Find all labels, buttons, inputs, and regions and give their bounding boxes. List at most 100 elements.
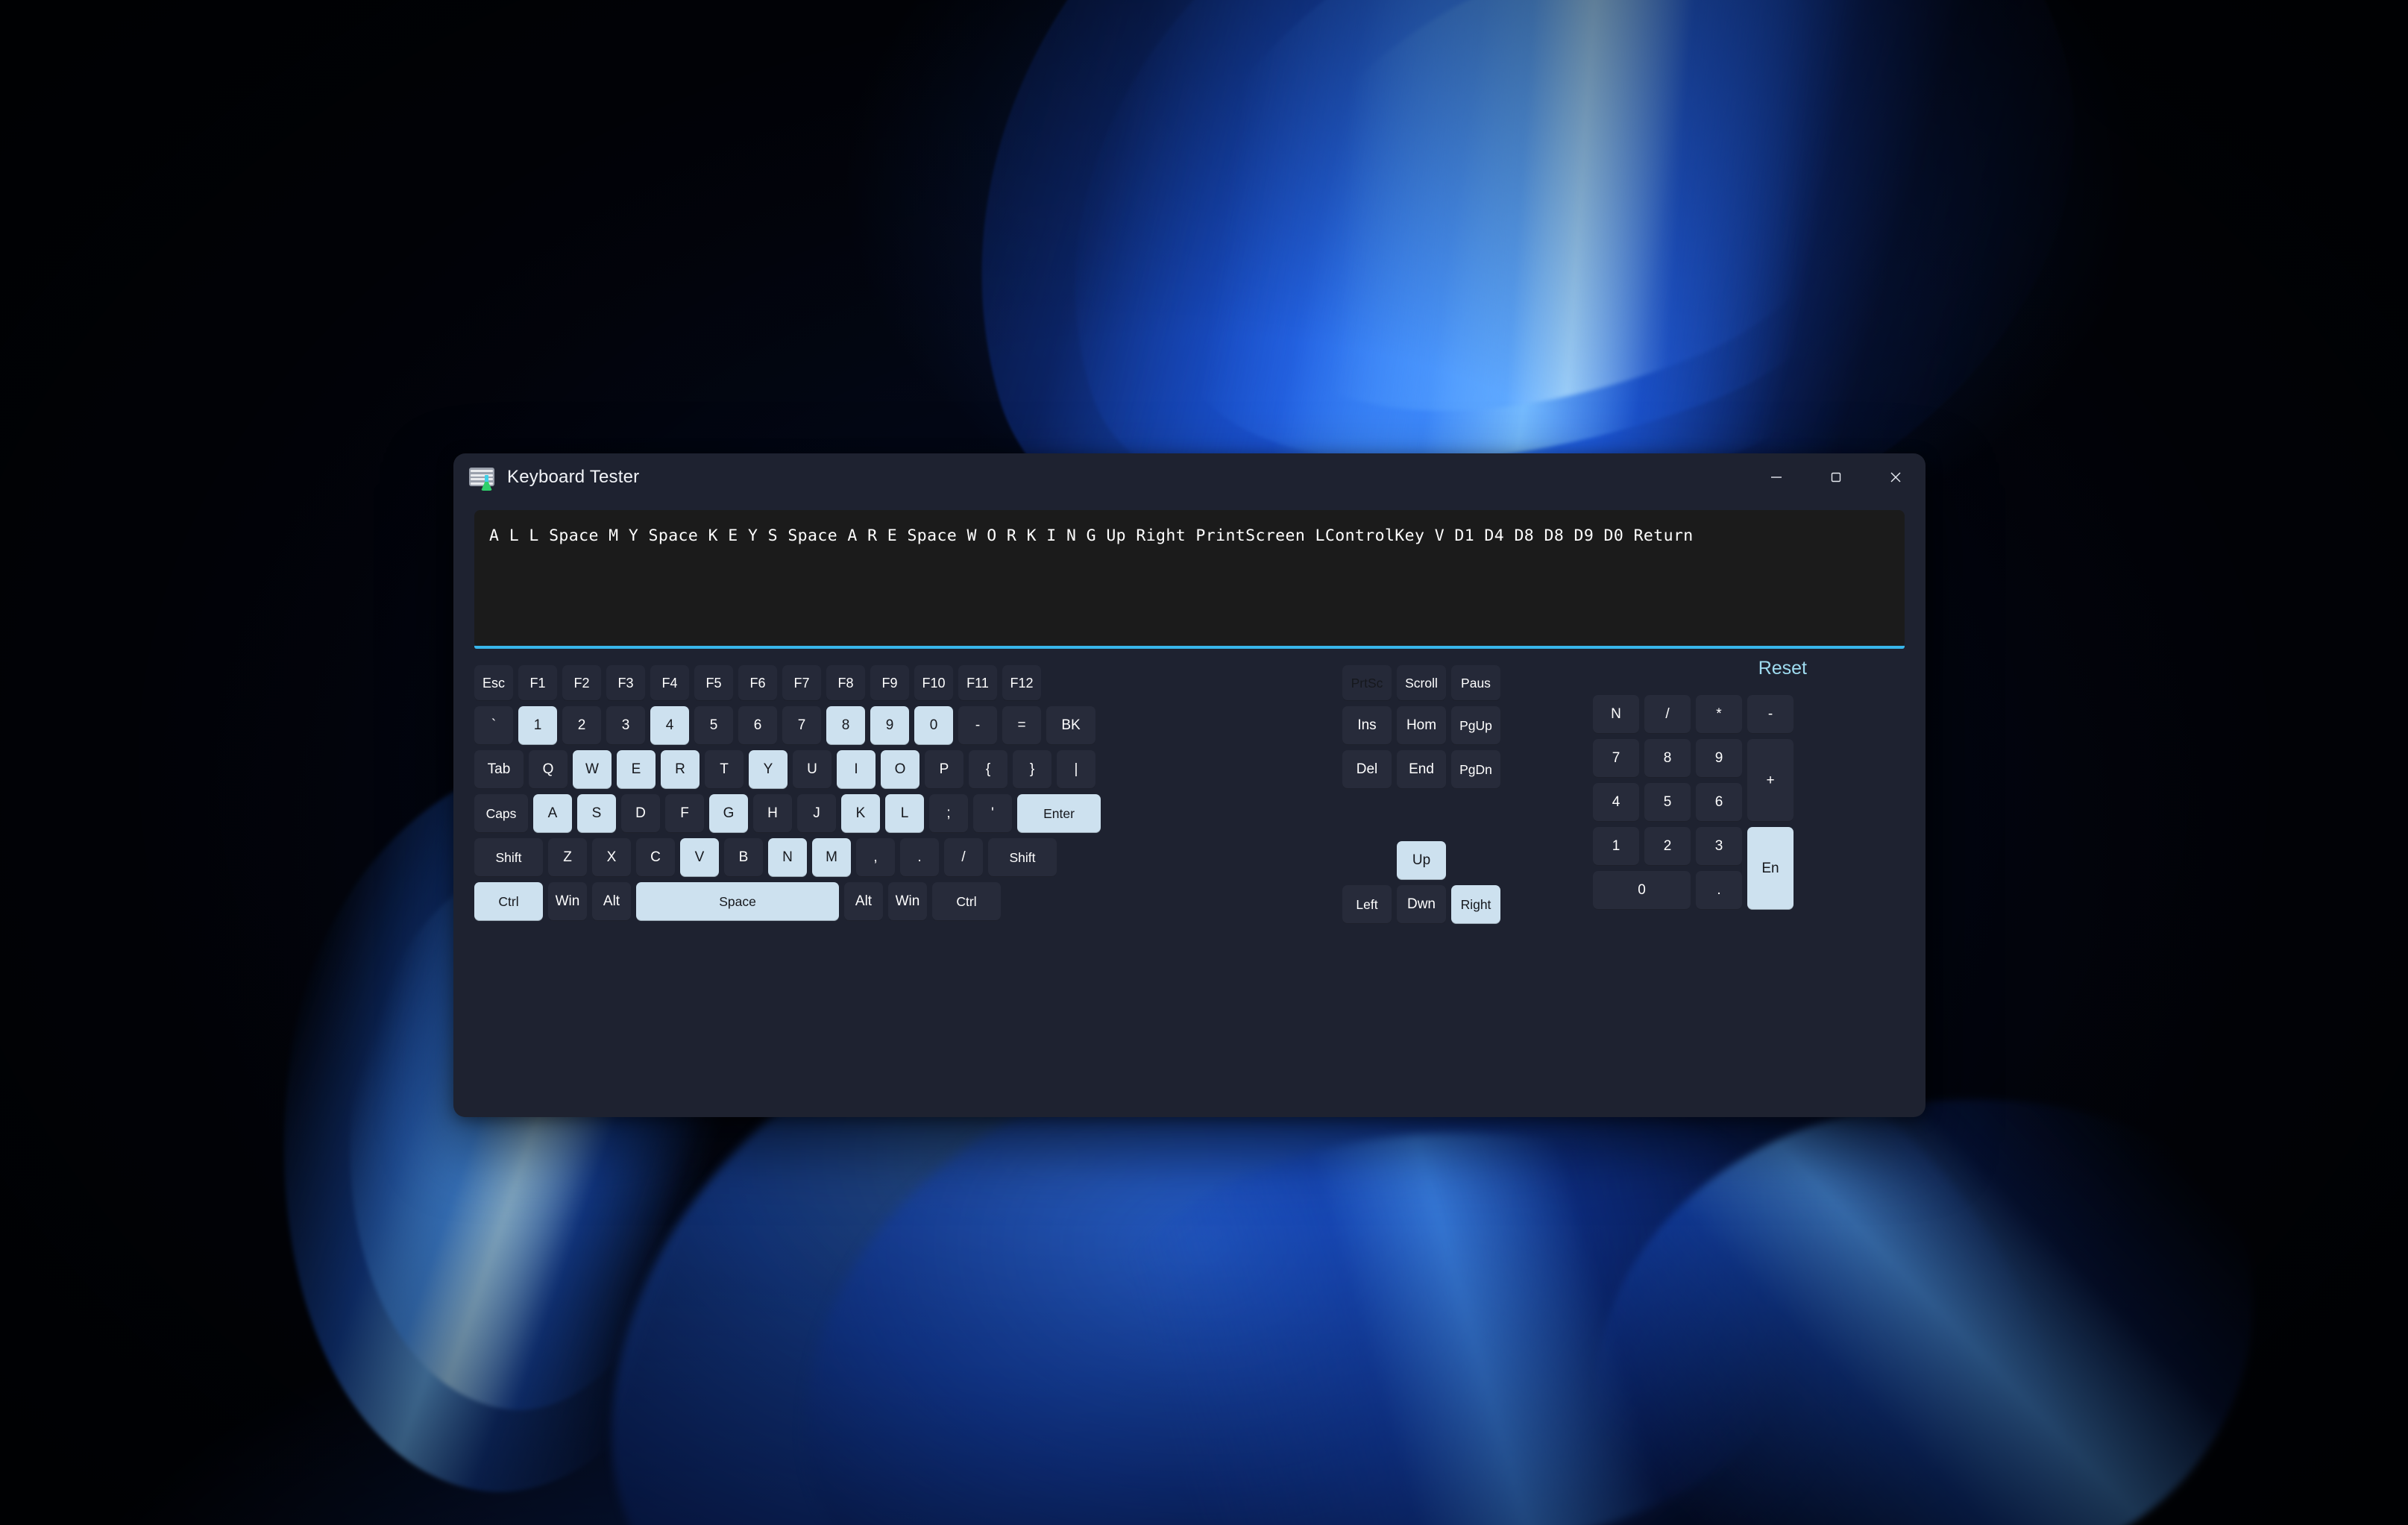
key-w[interactable]: W [573, 750, 612, 789]
key-alt[interactable]: Alt [844, 882, 883, 921]
key-end[interactable]: End [1397, 750, 1446, 789]
key-[interactable]: . [900, 838, 939, 877]
key-f[interactable]: F [665, 794, 704, 833]
key-2[interactable]: 2 [562, 706, 601, 745]
key-[interactable]: / [1644, 695, 1691, 734]
key-[interactable]: ` [474, 706, 513, 745]
key-del[interactable]: Del [1342, 750, 1392, 789]
key-t[interactable]: T [705, 750, 744, 789]
key-[interactable]: , [856, 838, 895, 877]
minimize-button[interactable] [1747, 453, 1806, 501]
key-8[interactable]: 8 [1644, 739, 1691, 778]
key-9[interactable]: 9 [870, 706, 909, 745]
key-pgup[interactable]: PgUp [1451, 706, 1500, 745]
key-scroll[interactable]: Scroll [1397, 665, 1446, 701]
key-6[interactable]: 6 [738, 706, 777, 745]
key-esc[interactable]: Esc [474, 665, 513, 701]
key-k[interactable]: K [841, 794, 880, 833]
key-space[interactable]: Space [636, 882, 839, 921]
key-c[interactable]: C [636, 838, 675, 877]
close-button[interactable] [1866, 453, 1926, 501]
key-alt[interactable]: Alt [592, 882, 631, 921]
key-en[interactable]: En [1747, 827, 1794, 910]
key-left[interactable]: Left [1342, 885, 1392, 924]
key-pgdn[interactable]: PgDn [1451, 750, 1500, 789]
key-enter[interactable]: Enter [1017, 794, 1101, 833]
key-bk[interactable]: BK [1046, 706, 1095, 745]
key-z[interactable]: Z [548, 838, 587, 877]
key-e[interactable]: E [617, 750, 656, 789]
reset-button[interactable]: Reset [1593, 658, 1807, 679]
key-b[interactable]: B [724, 838, 763, 877]
key-r[interactable]: R [661, 750, 700, 789]
key-l[interactable]: L [885, 794, 924, 833]
key-win[interactable]: Win [888, 882, 927, 921]
key-[interactable]: = [1002, 706, 1041, 745]
key-f12[interactable]: F12 [1002, 665, 1041, 701]
key-y[interactable]: Y [749, 750, 788, 789]
key-[interactable]: } [1013, 750, 1051, 789]
key-0[interactable]: 0 [1593, 871, 1691, 910]
key-[interactable]: + [1747, 739, 1794, 822]
key-8[interactable]: 8 [826, 706, 865, 745]
key-f3[interactable]: F3 [606, 665, 645, 701]
key-[interactable]: ; [929, 794, 968, 833]
key-3[interactable]: 3 [606, 706, 645, 745]
key-v[interactable]: V [680, 838, 719, 877]
key-caps[interactable]: Caps [474, 794, 528, 833]
key-x[interactable]: X [592, 838, 631, 877]
key-0[interactable]: 0 [914, 706, 953, 745]
key-3[interactable]: 3 [1696, 827, 1742, 866]
key-4[interactable]: 4 [650, 706, 689, 745]
key-win[interactable]: Win [548, 882, 587, 921]
key-[interactable]: * [1696, 695, 1742, 734]
key-ins[interactable]: Ins [1342, 706, 1392, 745]
key-h[interactable]: H [753, 794, 792, 833]
key-tab[interactable]: Tab [474, 750, 524, 789]
key-f11[interactable]: F11 [958, 665, 997, 701]
key-up[interactable]: Up [1397, 841, 1446, 880]
maximize-button[interactable] [1806, 453, 1866, 501]
key-[interactable]: - [958, 706, 997, 745]
key-[interactable]: ' [973, 794, 1012, 833]
key-o[interactable]: O [881, 750, 919, 789]
key-n[interactable]: N [1593, 695, 1639, 734]
key-dwn[interactable]: Dwn [1397, 885, 1446, 924]
key-[interactable]: - [1747, 695, 1794, 734]
key-shift[interactable]: Shift [474, 838, 543, 877]
key-f7[interactable]: F7 [782, 665, 821, 701]
key-2[interactable]: 2 [1644, 827, 1691, 866]
key-7[interactable]: 7 [1593, 739, 1639, 778]
key-4[interactable]: 4 [1593, 783, 1639, 822]
key-f1[interactable]: F1 [518, 665, 557, 701]
key-paus[interactable]: Paus [1451, 665, 1500, 701]
key-right[interactable]: Right [1451, 885, 1500, 924]
key-[interactable]: . [1696, 871, 1742, 910]
key-shift[interactable]: Shift [988, 838, 1057, 877]
key-f5[interactable]: F5 [694, 665, 733, 701]
key-6[interactable]: 6 [1696, 783, 1742, 822]
key-5[interactable]: 5 [694, 706, 733, 745]
key-f8[interactable]: F8 [826, 665, 865, 701]
key-m[interactable]: M [812, 838, 851, 877]
key-[interactable]: / [944, 838, 983, 877]
key-p[interactable]: P [925, 750, 963, 789]
key-i[interactable]: I [837, 750, 876, 789]
key-ctrl[interactable]: Ctrl [932, 882, 1001, 921]
key-ctrl[interactable]: Ctrl [474, 882, 543, 921]
key-n[interactable]: N [768, 838, 807, 877]
key-7[interactable]: 7 [782, 706, 821, 745]
key-f2[interactable]: F2 [562, 665, 601, 701]
key-j[interactable]: J [797, 794, 836, 833]
key-1[interactable]: 1 [1593, 827, 1639, 866]
key-[interactable]: { [969, 750, 1007, 789]
key-5[interactable]: 5 [1644, 783, 1691, 822]
key-f4[interactable]: F4 [650, 665, 689, 701]
key-prtsc[interactable]: PrtSc [1342, 665, 1392, 701]
key-f9[interactable]: F9 [870, 665, 909, 701]
key-g[interactable]: G [709, 794, 748, 833]
key-hom[interactable]: Hom [1397, 706, 1446, 745]
key-f6[interactable]: F6 [738, 665, 777, 701]
key-1[interactable]: 1 [518, 706, 557, 745]
key-s[interactable]: S [577, 794, 616, 833]
